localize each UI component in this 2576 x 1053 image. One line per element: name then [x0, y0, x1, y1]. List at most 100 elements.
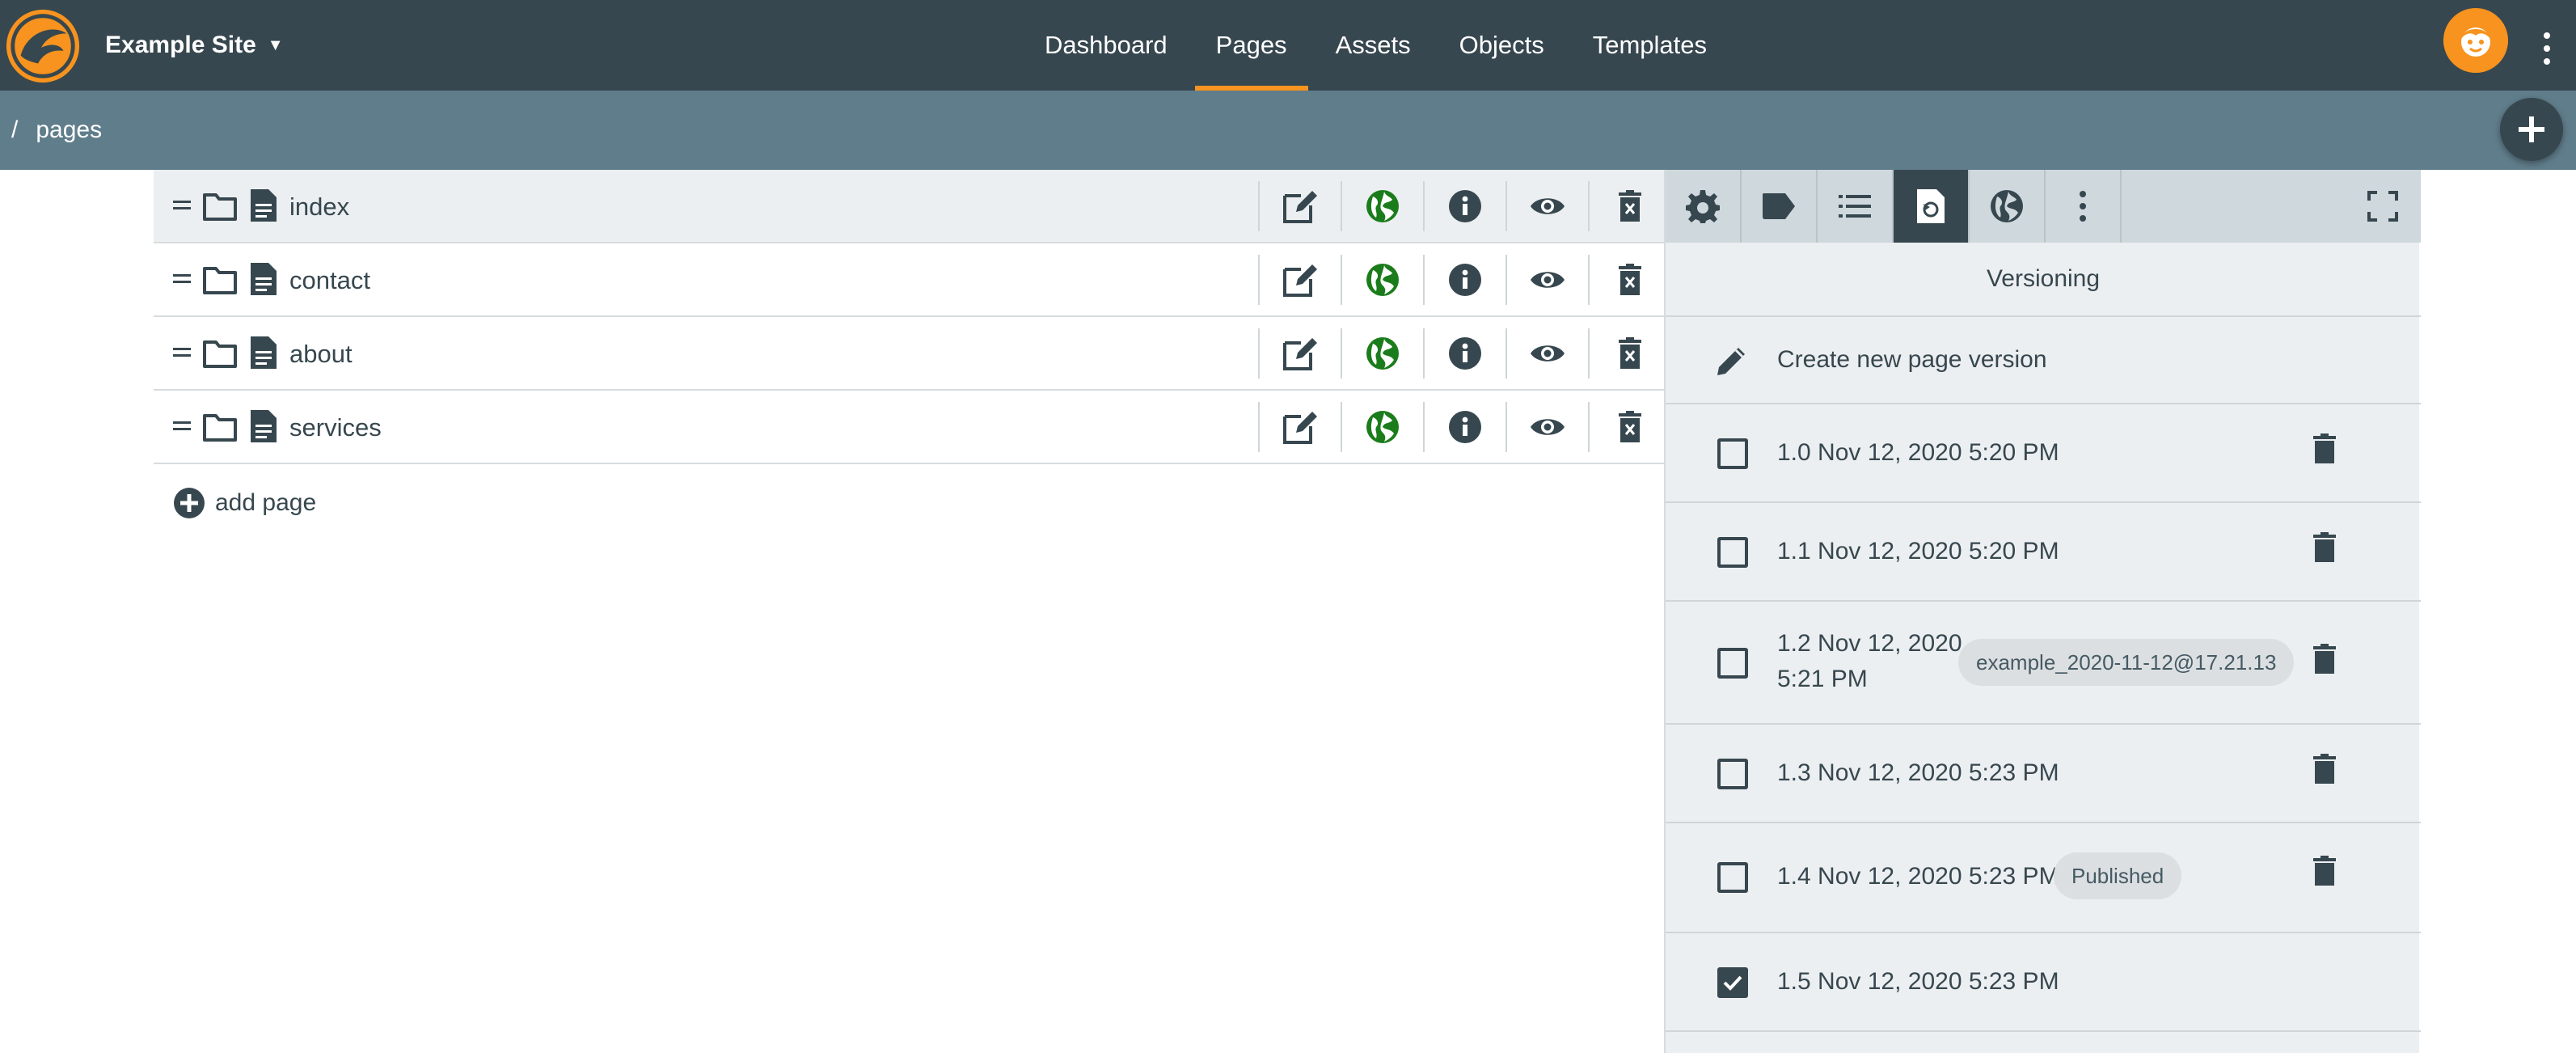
info-button[interactable] — [1423, 181, 1505, 231]
version-checkbox[interactable] — [1717, 648, 1748, 679]
tab-publish[interactable] — [1970, 170, 2046, 243]
preview-button[interactable] — [1505, 181, 1588, 231]
publish-button[interactable] — [1341, 181, 1423, 231]
version-checkbox[interactable] — [1717, 759, 1748, 789]
folder-icon[interactable] — [202, 412, 238, 442]
delete-button[interactable] — [1588, 181, 1670, 231]
info-button[interactable] — [1423, 328, 1505, 378]
published-badge: Published — [2054, 852, 2182, 899]
create-version-button[interactable]: Create new page version — [1666, 317, 2421, 404]
tab-versions[interactable] — [1894, 170, 1970, 243]
nav-pages[interactable]: Pages — [1192, 0, 1311, 91]
version-row[interactable]: 1.1 Nov 12, 2020 5:20 PM — [1666, 503, 2421, 602]
add-page-label: add page — [215, 489, 317, 516]
eye-icon — [1531, 419, 1565, 435]
tab-list[interactable] — [1818, 170, 1894, 243]
page-row[interactable]: services — [154, 391, 1664, 464]
info-icon — [1449, 337, 1481, 370]
site-selector[interactable]: Example Site ▼ — [105, 0, 284, 91]
create-version-label: Create new page version — [1777, 346, 2047, 373]
delete-icon — [1619, 264, 1641, 295]
document-icon — [251, 189, 277, 222]
nav-templates[interactable]: Templates — [1569, 0, 1731, 91]
more-vert-icon[interactable] — [2536, 31, 2558, 66]
version-label: 1.2 Nov 12, 2020 5:21 PM — [1777, 626, 1962, 697]
tab-more[interactable] — [2046, 170, 2122, 243]
breadcrumb-separator: / — [11, 116, 19, 143]
add-page-button[interactable]: add page — [173, 487, 316, 519]
page-row[interactable]: contact — [154, 243, 1664, 317]
version-row[interactable]: 1.2 Nov 12, 2020 5:21 PM example_2020-11… — [1666, 602, 2421, 725]
add-button[interactable] — [2500, 98, 2563, 161]
info-button[interactable] — [1423, 255, 1505, 305]
page-list: index contact about services add page — [154, 170, 1664, 518]
edit-icon — [1283, 191, 1317, 223]
globe-icon — [1991, 190, 2023, 222]
delete-button[interactable] — [1588, 402, 1670, 452]
user-avatar[interactable] — [2443, 8, 2508, 73]
edit-button[interactable] — [1258, 402, 1341, 452]
version-row[interactable]: 1.5 Nov 12, 2020 5:23 PM — [1666, 933, 2421, 1032]
version-checkbox[interactable] — [1717, 967, 1748, 998]
fullscreen-icon[interactable] — [2367, 191, 2398, 222]
version-label: 1.3 Nov 12, 2020 5:23 PM — [1777, 759, 2059, 786]
drag-handle-icon[interactable] — [173, 201, 191, 210]
page-row[interactable]: about — [154, 317, 1664, 391]
edit-button[interactable] — [1258, 255, 1341, 305]
info-button[interactable] — [1423, 402, 1505, 452]
check-icon — [1723, 975, 1742, 991]
version-row[interactable]: 1.3 Nov 12, 2020 5:23 PM — [1666, 725, 2421, 823]
version-checkbox[interactable] — [1717, 537, 1748, 568]
page-actions — [1258, 181, 1670, 231]
version-row[interactable]: 1.4 Nov 12, 2020 5:23 PM Published — [1666, 823, 2421, 933]
folder-icon[interactable] — [202, 191, 238, 222]
version-checkbox[interactable] — [1717, 438, 1748, 469]
page-name[interactable]: index — [289, 170, 349, 243]
delete-icon[interactable] — [2312, 532, 2337, 563]
tab-tags[interactable] — [1742, 170, 1818, 243]
edit-button[interactable] — [1258, 181, 1341, 231]
folder-icon[interactable] — [202, 264, 238, 295]
info-icon — [1449, 190, 1481, 222]
version-tag: example_2020-11-12@17.21.13 — [1958, 639, 2295, 686]
edit-button[interactable] — [1258, 328, 1341, 378]
page-row[interactable]: index — [154, 170, 1664, 243]
version-checkbox[interactable] — [1717, 862, 1748, 893]
globe-icon — [1366, 337, 1399, 370]
delete-button[interactable] — [1588, 255, 1670, 305]
publish-button[interactable] — [1341, 402, 1423, 452]
page-name[interactable]: services — [289, 391, 382, 464]
nav-assets[interactable]: Assets — [1311, 0, 1435, 91]
preview-button[interactable] — [1505, 402, 1588, 452]
tab-settings[interactable] — [1666, 170, 1742, 243]
nav-dashboard[interactable]: Dashboard — [1020, 0, 1192, 91]
page-actions — [1258, 328, 1670, 378]
panel-tabs — [1666, 170, 2421, 243]
preview-button[interactable] — [1505, 328, 1588, 378]
breadcrumb-current[interactable]: pages — [36, 116, 102, 144]
info-icon — [1449, 411, 1481, 443]
drag-handle-icon[interactable] — [173, 421, 191, 431]
publish-button[interactable] — [1341, 255, 1423, 305]
page-name[interactable]: contact — [289, 243, 370, 317]
logo-icon[interactable] — [3, 6, 82, 86]
gear-icon — [1686, 190, 1720, 223]
page-actions — [1258, 255, 1670, 305]
preview-button[interactable] — [1505, 255, 1588, 305]
delete-icon[interactable] — [2312, 754, 2337, 784]
delete-icon — [1619, 337, 1641, 369]
publish-button[interactable] — [1341, 328, 1423, 378]
folder-icon[interactable] — [202, 338, 238, 369]
delete-icon[interactable] — [2312, 856, 2337, 886]
drag-handle-icon[interactable] — [173, 274, 191, 284]
globe-icon — [1366, 411, 1399, 443]
delete-icon[interactable] — [2312, 433, 2337, 464]
nav-objects[interactable]: Objects — [1435, 0, 1569, 91]
delete-icon[interactable] — [2312, 644, 2337, 675]
version-row[interactable]: 1.0 Nov 12, 2020 5:20 PM — [1666, 404, 2421, 503]
delete-button[interactable] — [1588, 328, 1670, 378]
drag-handle-icon[interactable] — [173, 348, 191, 357]
globe-icon — [1366, 264, 1399, 296]
more-vert-icon — [2080, 191, 2086, 222]
page-name[interactable]: about — [289, 317, 353, 391]
